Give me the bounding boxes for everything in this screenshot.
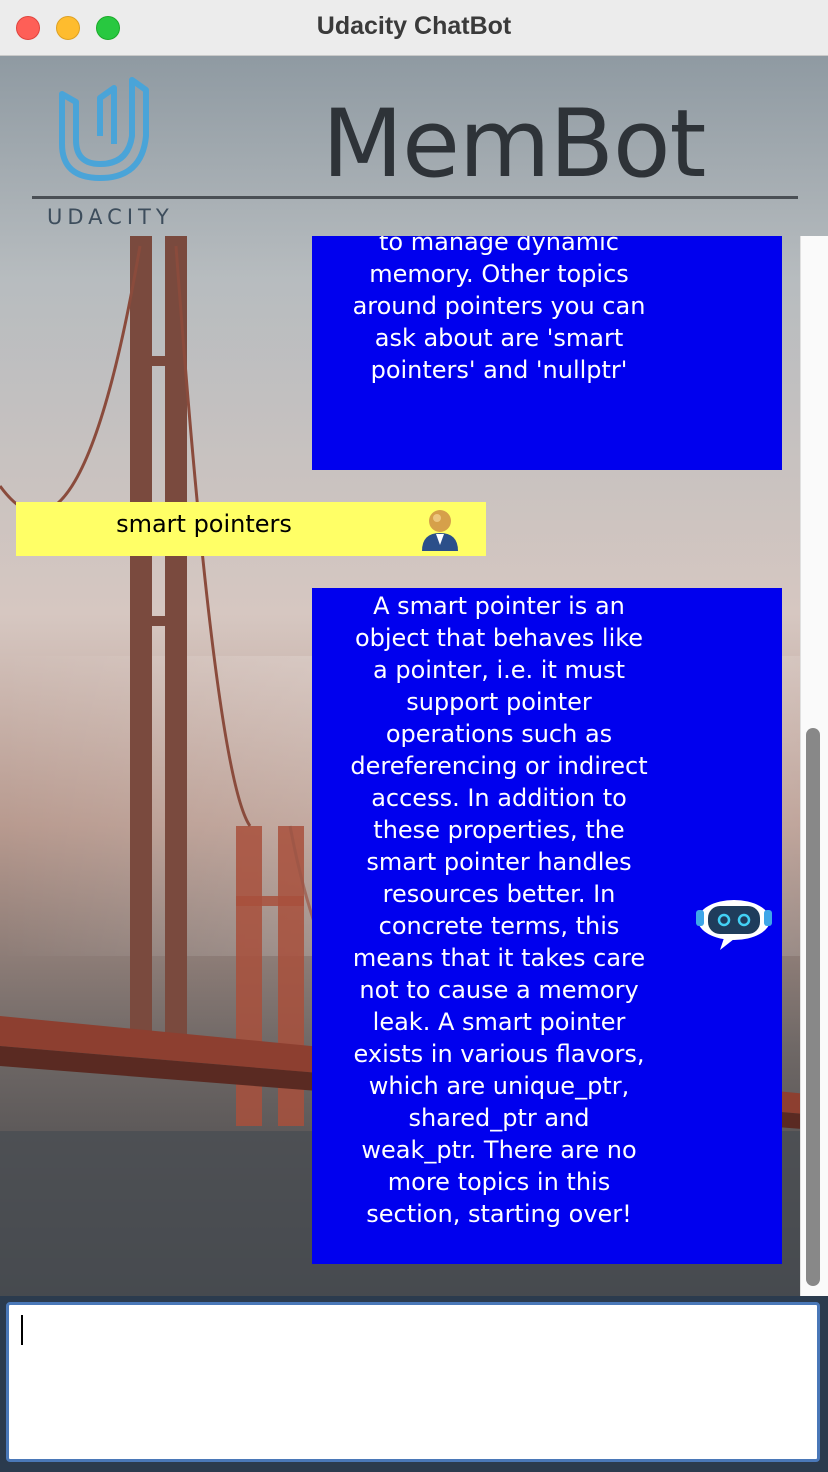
window-title: Udacity ChatBot bbox=[316, 12, 512, 40]
udacity-logo-icon bbox=[59, 77, 149, 181]
app-header: UDACITY MemBot bbox=[0, 56, 828, 236]
bot-message: A smart pointer is an object that behave… bbox=[312, 588, 782, 1264]
chat-scrollbar-thumb[interactable] bbox=[806, 728, 820, 1286]
chatbot-app: UDACITY MemBot code. Among other things,… bbox=[0, 56, 828, 1472]
bot-message-text: A smart pointer is an object that behave… bbox=[350, 592, 648, 1228]
text-caret bbox=[21, 1315, 23, 1345]
user-message: smart pointers bbox=[16, 502, 486, 556]
chat-panel[interactable]: code. Among other things, pointers are u… bbox=[0, 236, 800, 1296]
message-input[interactable] bbox=[6, 1302, 820, 1462]
header-divider bbox=[32, 196, 798, 199]
user-avatar-icon bbox=[422, 510, 458, 551]
user-message-text: smart pointers bbox=[116, 510, 292, 538]
title-bar: Udacity ChatBot bbox=[0, 0, 828, 56]
input-area bbox=[0, 1296, 828, 1472]
robot-avatar-icon bbox=[696, 900, 772, 950]
bot-message-text: code. Among other things, pointers are u… bbox=[352, 236, 646, 384]
bot-message: code. Among other things, pointers are u… bbox=[312, 236, 782, 470]
udacity-logo-text: UDACITY bbox=[47, 205, 174, 229]
app-title: MemBot bbox=[322, 90, 706, 199]
